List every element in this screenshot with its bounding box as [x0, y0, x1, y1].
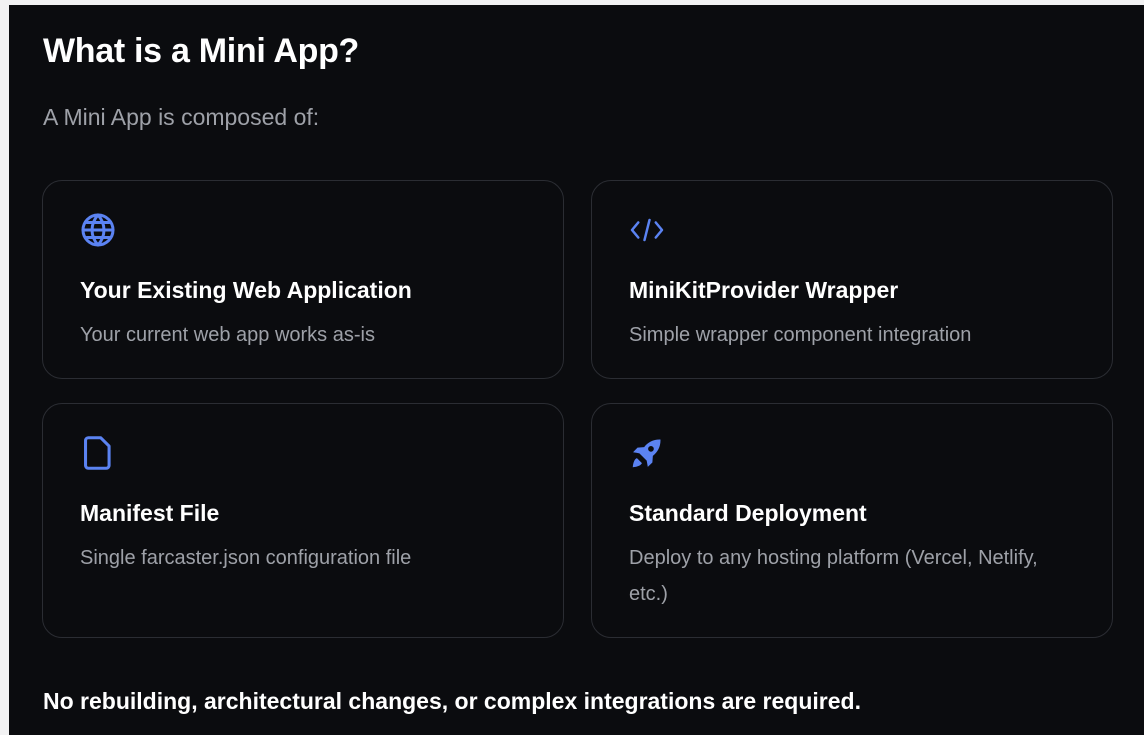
- intro-text: A Mini App is composed of:: [43, 104, 320, 130]
- card-description: Simple wrapper component integration: [629, 324, 972, 346]
- card-description: Your current web app works as-is: [80, 324, 375, 346]
- card-description: Single farcaster.json configuration file: [80, 547, 412, 569]
- content-panel: What is a Mini App? A Mini App is compos…: [9, 5, 1144, 735]
- card-standard-deployment: Standard Deployment Deploy to any hostin…: [591, 403, 1113, 638]
- rocket-icon: [628, 434, 666, 472]
- card-minikit-wrapper: MiniKitProvider Wrapper Simple wrapper c…: [591, 180, 1113, 379]
- card-description: Deploy to any hosting platform (Vercel, …: [629, 547, 1038, 605]
- card-web-application: Your Existing Web Application Your curre…: [42, 180, 564, 379]
- card-title: MiniKitProvider Wrapper: [629, 277, 899, 303]
- card-title: Manifest File: [80, 500, 220, 526]
- globe-icon: [79, 211, 117, 249]
- card-manifest-file: Manifest File Single farcaster.json conf…: [42, 403, 564, 638]
- card-title: Your Existing Web Application: [80, 277, 412, 303]
- code-icon: [628, 211, 666, 249]
- file-icon: [79, 434, 117, 472]
- card-title: Standard Deployment: [629, 500, 867, 526]
- page-title: What is a Mini App?: [43, 32, 360, 70]
- footer-note: No rebuilding, architectural changes, or…: [43, 688, 861, 714]
